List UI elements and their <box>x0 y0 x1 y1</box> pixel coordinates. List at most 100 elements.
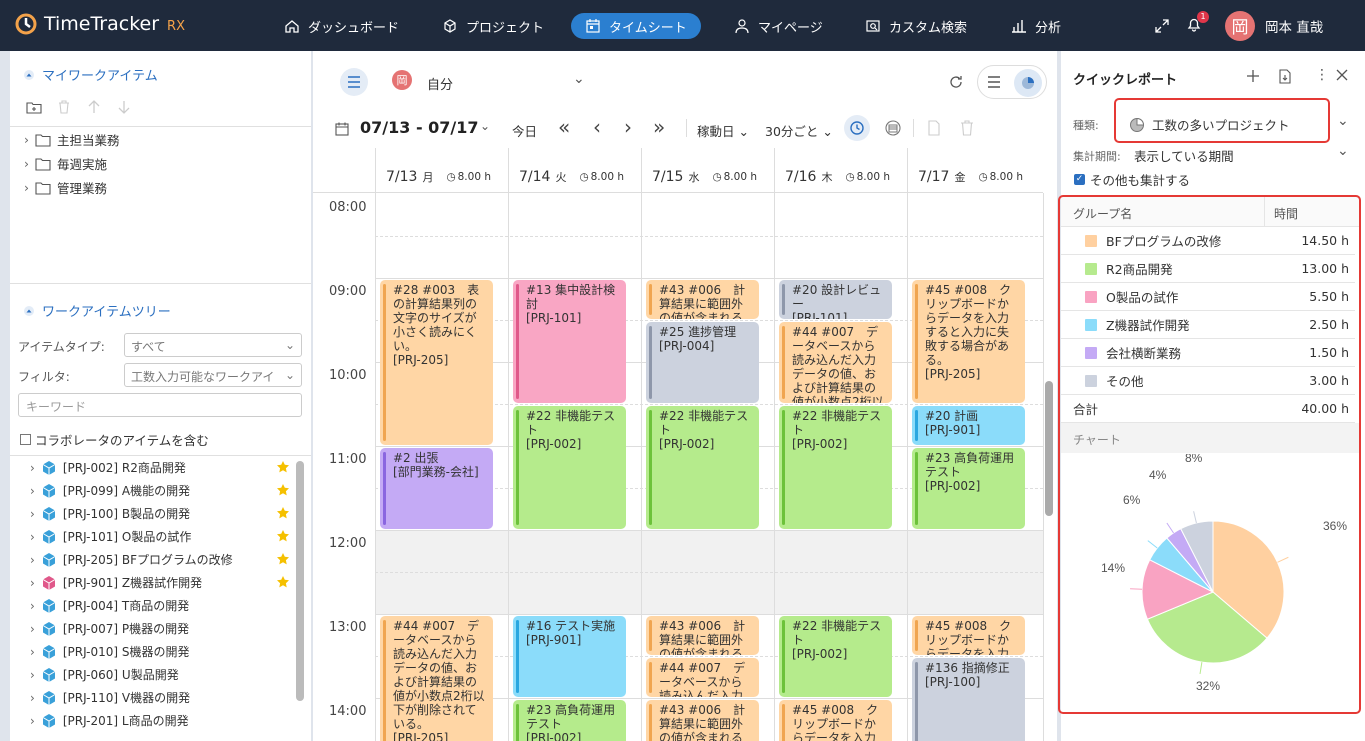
tree-item[interactable]: › [PRJ-110] V機器の開発 <box>30 686 290 709</box>
time-entry[interactable]: #45 #008 クリップボードからデータを入力 <box>912 616 1025 655</box>
tree-item[interactable]: › [PRJ-901] Z機器試作開発 <box>30 571 290 594</box>
checkbox-box[interactable] <box>20 434 31 445</box>
include-others-checkbox[interactable]: ✓ その他も集計する <box>1074 170 1190 189</box>
time-entry[interactable]: #45 #008 クリップボードからデータを入力すると入力に失敗する場合がある。… <box>912 280 1025 403</box>
time-entry[interactable]: #20 設計レビュー [PRJ-101] <box>779 280 892 319</box>
app-logo[interactable]: TimeTracker RX <box>14 12 185 36</box>
tree-item[interactable]: › [PRJ-060] U製品開発 <box>30 663 290 686</box>
chevron-down-icon[interactable]: ⌄ <box>1337 143 1349 159</box>
time-entry[interactable]: #45 #008 クリップボードからデータを入力 <box>779 700 892 741</box>
period-select[interactable]: 表示している期間 <box>1134 146 1234 165</box>
star-icon[interactable] <box>276 483 290 500</box>
time-entry[interactable]: #44 #007 データベースから読み込んだ入力データの値、および計算結果の値が… <box>380 616 493 741</box>
day-header[interactable]: 7/14 火 ◷ 8.00 h <box>508 148 641 193</box>
interval-select[interactable]: 30分ごと ⌄ <box>765 121 833 140</box>
item-type-select[interactable]: すべて ⌄ <box>124 333 302 357</box>
time-entry[interactable]: #22 非機能テスト [PRJ-002] <box>646 406 759 529</box>
day-header[interactable]: 7/16 木 ◷ 8.00 h <box>774 148 907 193</box>
time-entry[interactable]: #22 非機能テスト [PRJ-002] <box>779 616 892 697</box>
nav-mypage[interactable]: マイページ <box>720 13 837 39</box>
tree-item[interactable]: › [PRJ-101] O製品の試作 <box>30 525 290 548</box>
user-select-label[interactable]: 自分 <box>427 74 453 93</box>
time-entry[interactable]: #28 #003 表の計算結果列の文字のサイズが小さく読みにくい。 [PRJ-2… <box>380 280 493 445</box>
star-icon[interactable] <box>276 529 290 546</box>
check-icon[interactable]: ✓ <box>1074 174 1085 185</box>
double-left-icon[interactable]: « <box>558 115 570 139</box>
day-header[interactable]: 7/13 月 ◷ 8.00 h <box>375 148 508 193</box>
notification-button[interactable]: 1 <box>1186 0 1209 51</box>
time-entry[interactable]: #136 指摘修正 [PRJ-100] <box>912 658 1025 741</box>
work-item-tree-header[interactable]: ワークアイテムツリー <box>24 301 171 320</box>
time-entry[interactable]: #25 進捗管理 [PRJ-004] <box>646 322 759 403</box>
filter-select[interactable]: 工数入力可能なワークアイ ⌄ <box>124 363 302 387</box>
time-view-button[interactable] <box>844 115 870 141</box>
time-entry[interactable]: #44 #007 データベースから読み込んだ入力 <box>646 658 759 697</box>
user-menu[interactable]: 岡 岡本 直哉 <box>1225 0 1323 51</box>
chart-view-button[interactable] <box>1014 69 1042 97</box>
time-entry[interactable]: #43 #006 計算結果に範囲外の値が含まれる <box>646 280 759 319</box>
arrow-down-icon[interactable] <box>116 99 132 115</box>
menu-button[interactable] <box>340 68 368 96</box>
list-view-button[interactable] <box>987 76 1001 91</box>
close-button[interactable] <box>1336 69 1348 84</box>
add-button[interactable] <box>1246 69 1260 86</box>
time-entry[interactable]: #44 #007 データベースから読み込んだ入力データの値、および計算結果の値が… <box>779 322 892 403</box>
keyword-input[interactable]: キーワード <box>18 393 302 417</box>
star-icon[interactable] <box>276 460 290 477</box>
more-icon[interactable]: ⋮ <box>1315 67 1329 83</box>
workday-select[interactable]: 稼動日 ⌄ <box>697 121 749 140</box>
chevron-right-icon[interactable]: › <box>624 115 632 139</box>
refresh-button[interactable] <box>942 68 970 96</box>
time-entry[interactable]: #22 非機能テスト [PRJ-002] <box>513 406 626 529</box>
tree-item[interactable]: › [PRJ-007] P機器の開発 <box>30 617 290 640</box>
tree-item[interactable]: › [PRJ-205] BFプログラムの改修 <box>30 548 290 571</box>
tree-item[interactable]: › [PRJ-100] B製品の開発 <box>30 502 290 525</box>
double-right-icon[interactable]: » <box>653 115 665 139</box>
delete-button[interactable] <box>960 120 974 139</box>
trash-icon[interactable] <box>56 99 72 115</box>
nav-custom-search[interactable]: カスタム検索 <box>851 13 981 39</box>
tree-item[interactable]: › [PRJ-010] S機器の開発 <box>30 640 290 663</box>
folder-item[interactable]: › 毎週実施 <box>24 154 107 173</box>
expand-button[interactable] <box>1154 0 1170 51</box>
chevron-down-icon[interactable]: ⌄ <box>573 71 585 87</box>
schedule-view-button[interactable] <box>885 120 901 139</box>
add-folder-icon[interactable] <box>26 99 42 115</box>
tree-scrollbar[interactable] <box>296 461 304 701</box>
day-header[interactable]: 7/17 金 ◷ 8.00 h <box>907 148 1043 193</box>
time-entry[interactable]: #13 集中設計検討 [PRJ-101] <box>513 280 626 403</box>
tree-item[interactable]: › [PRJ-002] R2商品開発 <box>30 456 290 479</box>
time-entry[interactable]: #22 非機能テスト [PRJ-002] <box>779 406 892 529</box>
star-icon[interactable] <box>276 506 290 523</box>
time-entry[interactable]: #23 高負荷運用テスト [PRJ-002] <box>912 448 1025 529</box>
date-range[interactable]: 07/13 - 07/17 <box>360 118 479 137</box>
nav-dashboard[interactable]: ダッシュボード <box>270 13 413 39</box>
nav-project[interactable]: プロジェクト <box>428 13 558 39</box>
nav-analysis[interactable]: 分析 <box>997 13 1075 39</box>
today-button[interactable]: 今日 <box>512 121 537 140</box>
tree-item[interactable]: › [PRJ-004] T商品の開発 <box>30 594 290 617</box>
tree-item[interactable]: › [PRJ-201] L商品の開発 <box>30 709 290 732</box>
folder-item[interactable]: › 管理業務 <box>24 178 107 197</box>
tree-item[interactable]: › [PRJ-099] A機能の開発 <box>30 479 290 502</box>
chevron-left-icon[interactable]: ‹ <box>593 115 601 139</box>
time-entry[interactable]: #20 計画 [PRJ-901] <box>912 406 1025 445</box>
star-icon[interactable] <box>276 552 290 569</box>
time-entry[interactable]: #23 高負荷運用テスト [PRJ-002] <box>513 700 626 741</box>
time-entry[interactable]: #43 #006 計算結果に範囲外の値が含まれる <box>646 616 759 655</box>
time-entry[interactable]: #2 出張 [部門業務-会社] <box>380 448 493 529</box>
day-header[interactable]: 7/15 水 ◷ 8.00 h <box>641 148 774 193</box>
star-icon[interactable] <box>276 575 290 592</box>
time-entry[interactable]: #43 #006 計算結果に範囲外の値が含まれる <box>646 700 759 741</box>
chevron-down-icon[interactable]: ⌄ <box>480 119 490 133</box>
export-button[interactable] <box>1278 69 1292 87</box>
calendar-scrollbar[interactable] <box>1045 381 1053 516</box>
chevron-down-icon[interactable]: ⌄ <box>1337 113 1349 129</box>
copy-button[interactable] <box>927 120 941 139</box>
nav-timesheet[interactable]: タイムシート <box>571 13 701 39</box>
collaborator-checkbox[interactable]: コラボレータのアイテムを含む <box>20 430 209 449</box>
folder-item[interactable]: › 主担当業務 <box>24 130 120 149</box>
time-entry[interactable]: #16 テスト実施 [PRJ-901] <box>513 616 626 697</box>
arrow-up-icon[interactable] <box>86 99 102 115</box>
my-work-items-header[interactable]: マイワークアイテム <box>24 65 158 84</box>
